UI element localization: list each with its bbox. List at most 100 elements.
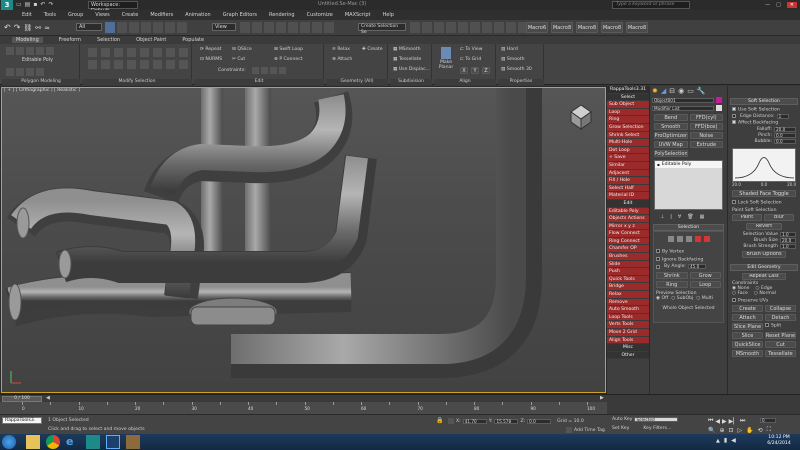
rappatools-item[interactable]: Auto Smooth	[607, 306, 649, 314]
attach-button[interactable]: Attach	[732, 314, 763, 321]
smooth-button[interactable]: ▨ Smooth	[501, 57, 525, 62]
current-frame-field[interactable]: 0	[760, 418, 776, 423]
loop-button[interactable]: Loop	[689, 281, 721, 288]
blur-button[interactable]: Blur	[764, 213, 794, 221]
affect-backfacing-checkbox[interactable]: Affect Backfacing	[732, 119, 796, 125]
unlink-icon[interactable]: ⚯	[35, 24, 41, 32]
rappatools-item[interactable]: Bridge	[607, 283, 649, 292]
rappatools-item[interactable]: Loop Tools	[607, 313, 649, 322]
loop-icon[interactable]	[114, 48, 123, 57]
rappatools-item[interactable]: Select Half	[607, 184, 649, 193]
undo-icon[interactable]: ↶	[4, 23, 11, 32]
edit-named-sel-icon[interactable]	[324, 22, 334, 33]
rappatools-item[interactable]: Push	[607, 268, 649, 276]
zoom-icon[interactable]: 🔍	[708, 427, 715, 434]
rappatools-item[interactable]: Slide	[607, 260, 649, 269]
scale-icon[interactable]	[177, 22, 187, 33]
shaded-face-toggle[interactable]: Shaded Face Toggle	[732, 190, 796, 197]
rappatools-item[interactable]: Ring Connect	[607, 237, 649, 246]
minimize-icon[interactable]: —	[765, 2, 770, 8]
sel-icon-5[interactable]	[140, 60, 149, 69]
explorer-taskbar-icon[interactable]	[26, 435, 40, 449]
dot-ring-icon[interactable]	[179, 48, 188, 57]
ring-icon[interactable]	[127, 48, 136, 57]
rappatools-item[interactable]: Chamfer OP	[607, 245, 649, 254]
qslice-button[interactable]: ⊟ QSlice	[232, 47, 252, 52]
open-icon[interactable]: ▤	[25, 1, 31, 9]
tray-arrow-icon[interactable]: ▲	[716, 438, 720, 444]
constraint-normal-icon[interactable]	[279, 67, 286, 74]
set-key-button[interactable]: Set Key	[612, 426, 629, 431]
percent-snap-icon[interactable]	[300, 22, 310, 33]
rappatools-item[interactable]: Shrink Select	[607, 131, 649, 140]
rappatools-item[interactable]: Remove	[607, 298, 649, 307]
reset-plane-button[interactable]: Reset Plane	[765, 332, 796, 339]
rappatools-item[interactable]: Similar	[607, 161, 649, 170]
sel-icon-1[interactable]	[88, 60, 97, 69]
shrink-button[interactable]: Shrink	[656, 272, 688, 279]
orbit-icon[interactable]: ⟲	[758, 427, 763, 434]
tab-freeform[interactable]: Freeform	[59, 37, 81, 43]
sel-icon-2[interactable]	[101, 60, 110, 69]
sel-icon-7[interactable]	[166, 60, 175, 69]
rappatools-item[interactable]: Material ID	[607, 192, 649, 200]
menu-group[interactable]: Group	[68, 12, 83, 18]
menu-rendering[interactable]: Rendering	[269, 12, 295, 18]
selection-value-field[interactable]: 1.0	[780, 231, 796, 237]
polyselection-button[interactable]: PolySelection	[654, 150, 688, 157]
p-connect-button[interactable]: ⊗ P Connect	[274, 57, 303, 62]
by-angle-checkbox[interactable]: By Angle: 45.0	[656, 264, 721, 269]
constraint-none-icon[interactable]	[252, 67, 259, 74]
select-object-icon[interactable]	[105, 22, 115, 33]
zoom-extents-icon[interactable]: ⊡	[729, 427, 734, 434]
pin-stack-icon[interactable]: ⊥	[660, 214, 664, 220]
rappatools-item[interactable]: Move 2 Grid	[607, 329, 649, 337]
soft-selection-header[interactable]: Soft Selection	[730, 98, 798, 105]
key-filters-button[interactable]: Key Filters...	[643, 426, 671, 431]
start-button[interactable]	[2, 435, 16, 449]
pipe-model[interactable]	[1, 87, 607, 394]
rappatools-item[interactable]: Mirror x y z	[607, 222, 649, 231]
rotate-icon[interactable]	[165, 22, 175, 33]
link-icon[interactable]: ⛓	[23, 24, 32, 32]
edge-icon[interactable]	[16, 47, 24, 55]
to-view-button[interactable]: ⊏ To View	[460, 47, 483, 52]
smooth-30-button[interactable]: ▨ Smooth 30	[501, 67, 532, 72]
render-setup-icon[interactable]	[494, 22, 504, 33]
snap-icon[interactable]	[276, 22, 286, 33]
align-y-button[interactable]: Y	[471, 67, 479, 74]
macro8-button-2[interactable]: Macro8	[576, 22, 598, 33]
rendered-frame-icon[interactable]	[506, 22, 516, 33]
border-icon[interactable]	[26, 47, 34, 55]
undo-icon[interactable]: ↶	[40, 1, 45, 9]
keyboard-shortcut-icon[interactable]	[264, 22, 274, 33]
add-time-tag[interactable]: Add Time Tag	[574, 428, 605, 433]
curve-editor-icon[interactable]	[458, 22, 468, 33]
modifier-list-dropdown[interactable]: Modifier List	[652, 105, 714, 111]
attach-button[interactable]: ⊕ Attach	[332, 57, 352, 62]
maximize-viewport-icon[interactable]: ⛶	[767, 426, 771, 434]
constraint-normal-radio[interactable]: ○ Normal	[754, 291, 776, 296]
save-icon[interactable]: ▪	[33, 1, 37, 9]
cut-button[interactable]: ✂ Cut	[232, 57, 245, 62]
rappatools-item[interactable]: Fill / Hole	[607, 177, 649, 185]
move-icon[interactable]	[153, 22, 163, 33]
maxscript-listener[interactable]: RappaTools3.	[2, 417, 42, 424]
layer-explorer-icon[interactable]	[434, 22, 444, 33]
next-frame-icon[interactable]: ▶▏	[729, 418, 738, 425]
shrink-icon[interactable]	[101, 48, 110, 57]
sel-edge-icon[interactable]	[676, 235, 683, 242]
volume-icon[interactable]: ◀	[731, 437, 736, 444]
mod-uvw-map-button[interactable]: UVW Map	[654, 141, 688, 148]
time-tag-icon[interactable]	[566, 427, 572, 433]
go-to-start-icon[interactable]: ⏮	[708, 417, 713, 425]
rappatools-item[interactable]: Brushes	[607, 253, 649, 261]
display-tab-icon[interactable]: ▭	[687, 87, 694, 95]
loop-mode-icon[interactable]	[140, 48, 149, 57]
window-crossing-icon[interactable]	[141, 22, 151, 33]
to-grid-button[interactable]: ⊏ To Grid	[460, 57, 481, 62]
named-selection-dropdown[interactable]: Create Selection Se	[358, 23, 406, 35]
bubble-field[interactable]: 0.0	[774, 139, 796, 144]
rappatools-item[interactable]: Sub Object	[607, 101, 649, 109]
sel-polygon-icon[interactable]	[694, 235, 701, 242]
